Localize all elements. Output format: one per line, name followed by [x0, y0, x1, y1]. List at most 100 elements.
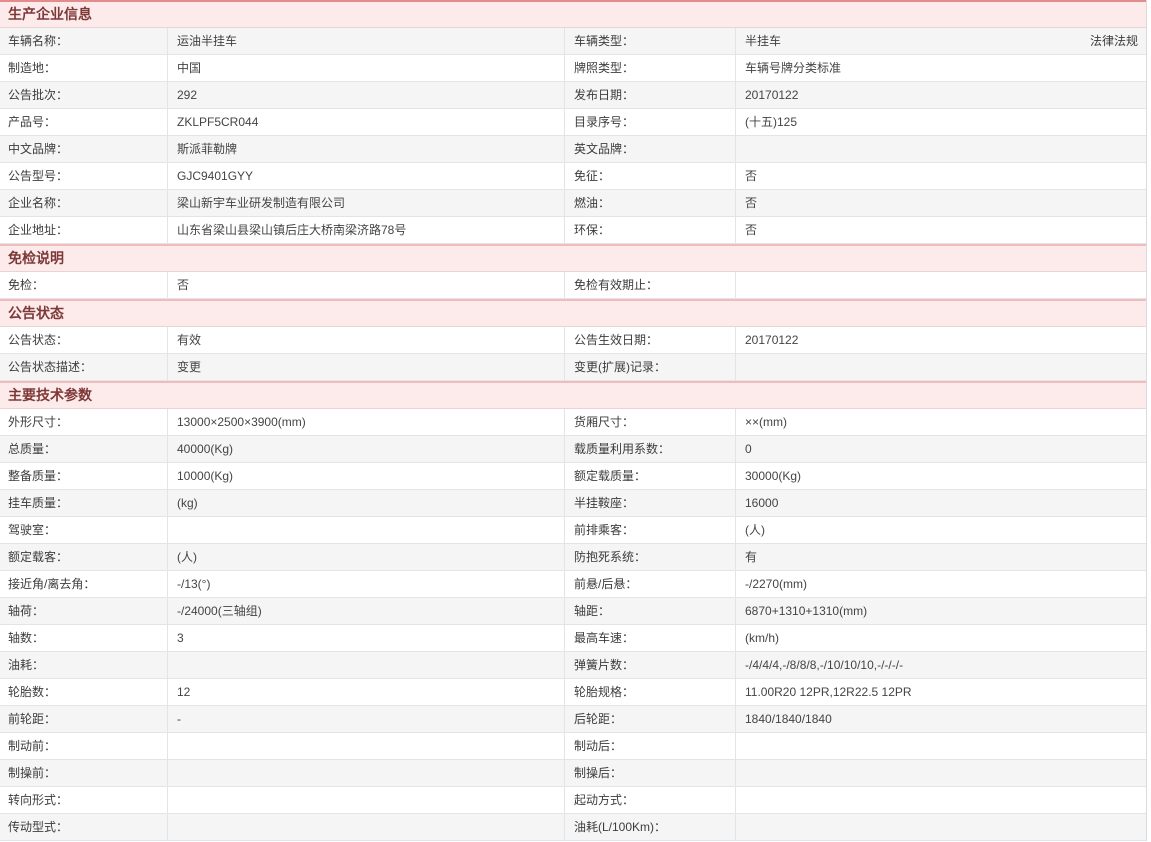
field-value-left: 10000(Kg)	[168, 463, 565, 489]
field-label-right: 防抱死系统：	[565, 544, 736, 570]
table-row: 轴荷：-/24000(三轴组)轴距：6870+1310+1310(mm)	[0, 598, 1146, 625]
field-label-left: 轴荷：	[0, 598, 168, 624]
field-value-right: 1840/1840/1840	[736, 706, 1146, 732]
table-row: 油耗： 弹簧片数：-/4/4/4,-/8/8/8,-/10/10/10,-/-/-…	[0, 652, 1146, 679]
field-value-left: 运油半挂车	[168, 28, 565, 54]
field-value-left: 中国	[168, 55, 565, 81]
field-label-left: 额定载客：	[0, 544, 168, 570]
field-value-right	[736, 354, 1146, 380]
table-row: 接近角/离去角：-/13(°)前悬/后悬：-/2270(mm)	[0, 571, 1146, 598]
field-label-left: 公告状态：	[0, 327, 168, 353]
field-label-left: 接近角/离去角：	[0, 571, 168, 597]
field-label-right: 载质量利用系数：	[565, 436, 736, 462]
field-label-left: 制造地：	[0, 55, 168, 81]
field-value-left: -/13(°)	[168, 571, 565, 597]
field-value-right: 否	[736, 190, 1146, 216]
field-label-left: 公告状态描述：	[0, 354, 168, 380]
field-label-right: 前排乘客：	[565, 517, 736, 543]
field-value-right	[736, 733, 1146, 759]
table-row: 中文品牌：斯派菲勒牌英文品牌：	[0, 136, 1146, 163]
field-label-right: 牌照类型：	[565, 55, 736, 81]
field-value-left: 40000(Kg)	[168, 436, 565, 462]
field-value-right: 16000	[736, 490, 1146, 516]
field-value-left: -	[168, 706, 565, 732]
table-row: 制操前：制操后：	[0, 760, 1146, 787]
table-row: 制动前：制动后：	[0, 733, 1146, 760]
field-label-right: 英文品牌：	[565, 136, 736, 162]
table-row: 制造地：中国牌照类型：车辆号牌分类标准	[0, 55, 1146, 82]
field-label-right: 起动方式：	[565, 787, 736, 813]
field-value-left: 山东省梁山县梁山镇后庄大桥南梁济路78号	[168, 217, 565, 243]
field-label-left: 挂车质量：	[0, 490, 168, 516]
field-label-left: 轮胎数：	[0, 679, 168, 705]
section-header: 免检说明	[0, 244, 1146, 272]
section-header: 主要技术参数	[0, 381, 1146, 409]
field-value-right: 6870+1310+1310(mm)	[736, 598, 1146, 624]
field-label-left: 车辆名称：	[0, 28, 168, 54]
field-value-right: 20170122	[736, 327, 1146, 353]
section-title: 主要技术参数	[8, 387, 92, 403]
field-value-left: 292	[168, 82, 565, 108]
field-value-right	[736, 272, 1146, 298]
table-row: 整备质量：10000(Kg)额定载质量：30000(Kg)	[0, 463, 1146, 490]
field-label-left: 企业地址：	[0, 217, 168, 243]
field-label-left: 制操前：	[0, 760, 168, 786]
field-label-right: 车辆类型：	[565, 28, 736, 54]
field-label-right: 前悬/后悬：	[565, 571, 736, 597]
field-label-right: 变更(扩展)记录：	[565, 354, 736, 380]
table-row: 公告型号：GJC9401GYY免征：否	[0, 163, 1146, 190]
field-value-left	[168, 517, 565, 543]
field-label-left: 传动型式：	[0, 814, 168, 840]
field-label-left: 整备质量：	[0, 463, 168, 489]
table-row: 车辆名称：运油半挂车车辆类型：半挂车法律法规	[0, 28, 1146, 55]
laws-regulations-link[interactable]: 法律法规	[1090, 28, 1138, 54]
table-row: 额定载客：(人)防抱死系统：有	[0, 544, 1146, 571]
table-row: 企业地址：山东省梁山县梁山镇后庄大桥南梁济路78号环保：否	[0, 217, 1146, 244]
field-value-right: -/4/4/4,-/8/8/8,-/10/10/10,-/-/-/-	[736, 652, 1146, 678]
field-label-right: 油耗(L/100Km)：	[565, 814, 736, 840]
field-label-right: 发布日期：	[565, 82, 736, 108]
field-value-left: 否	[168, 272, 565, 298]
field-label-right: 货厢尺寸：	[565, 409, 736, 435]
field-value-left: (人)	[168, 544, 565, 570]
field-value-right	[736, 787, 1146, 813]
table-row: 产品号：ZKLPF5CR044目录序号：(十五)125	[0, 109, 1146, 136]
table-row: 公告批次：292发布日期：20170122	[0, 82, 1146, 109]
field-label-right: 免征：	[565, 163, 736, 189]
field-label-left: 公告批次：	[0, 82, 168, 108]
field-value-right	[736, 136, 1146, 162]
table-row: 挂车质量：(kg)半挂鞍座：16000	[0, 490, 1146, 517]
field-value-right: ××(mm)	[736, 409, 1146, 435]
table-row: 轴数：3最高车速：(km/h)	[0, 625, 1146, 652]
field-label-right: 环保：	[565, 217, 736, 243]
section-title: 公告状态	[8, 305, 64, 321]
field-value-left	[168, 760, 565, 786]
field-label-left: 驾驶室：	[0, 517, 168, 543]
field-label-right: 最高车速：	[565, 625, 736, 651]
section-header: 公告状态	[0, 299, 1146, 327]
field-value-right: 否	[736, 217, 1146, 243]
field-label-right: 燃油：	[565, 190, 736, 216]
field-value-left: ZKLPF5CR044	[168, 109, 565, 135]
table-row: 公告状态描述：变更变更(扩展)记录：	[0, 354, 1146, 381]
field-value-left: 变更	[168, 354, 565, 380]
field-label-left: 中文品牌：	[0, 136, 168, 162]
field-value-right	[736, 760, 1146, 786]
field-value-left: 12	[168, 679, 565, 705]
table-row: 免检：否免检有效期止：	[0, 272, 1146, 299]
field-label-left: 公告型号：	[0, 163, 168, 189]
field-label-right: 制动后：	[565, 733, 736, 759]
field-label-left: 免检：	[0, 272, 168, 298]
field-label-left: 外形尺寸：	[0, 409, 168, 435]
field-value-right: 0	[736, 436, 1146, 462]
field-label-right: 弹簧片数：	[565, 652, 736, 678]
table-row: 外形尺寸：13000×2500×3900(mm)货厢尺寸：××(mm)	[0, 409, 1146, 436]
field-value-left: 梁山新宇车业研发制造有限公司	[168, 190, 565, 216]
table-row: 传动型式： 油耗(L/100Km)：	[0, 814, 1146, 841]
field-label-right: 额定载质量：	[565, 463, 736, 489]
field-label-left: 轴数：	[0, 625, 168, 651]
table-row: 总质量：40000(Kg)载质量利用系数：0	[0, 436, 1146, 463]
field-value-left	[168, 814, 565, 840]
field-label-left: 油耗：	[0, 652, 168, 678]
field-label-left: 产品号：	[0, 109, 168, 135]
